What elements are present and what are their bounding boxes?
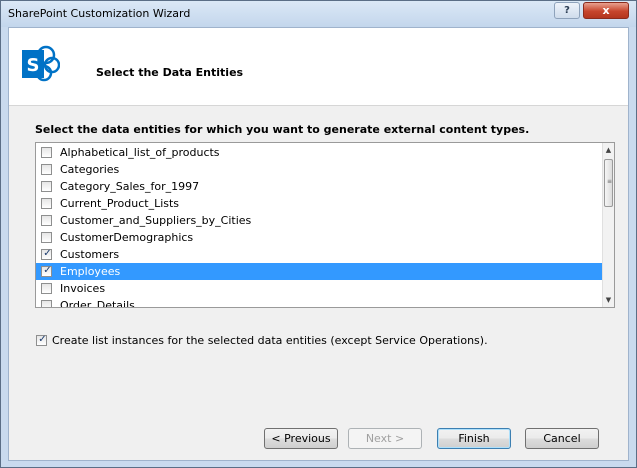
- cancel-button[interactable]: Cancel: [525, 428, 599, 449]
- create-list-checkbox[interactable]: ✓: [36, 334, 47, 346]
- entity-label: Current_Product_Lists: [60, 197, 180, 210]
- close-button[interactable]: x: [583, 2, 629, 19]
- entity-checkbox[interactable]: [41, 283, 52, 294]
- entities-listbox[interactable]: Alphabetical_list_of_products Categories…: [35, 142, 615, 308]
- list-item[interactable]: CustomerDemographics: [36, 229, 603, 246]
- entity-label: Category_Sales_for_1997: [60, 180, 200, 193]
- entity-checkbox[interactable]: ✓: [41, 265, 52, 277]
- list-item[interactable]: Categories: [36, 161, 603, 178]
- entity-checkbox[interactable]: [41, 300, 52, 307]
- entity-label: Order_Details: [60, 299, 135, 308]
- wizard-content: Select the data entities for which you w…: [9, 106, 628, 460]
- scroll-up-arrow-icon[interactable]: ▲: [603, 143, 614, 157]
- previous-button[interactable]: < Previous: [264, 428, 338, 449]
- wizard-client-area: S Select the Data Entities Select the da…: [8, 27, 629, 461]
- list-item[interactable]: Customer_and_Suppliers_by_Cities: [36, 212, 603, 229]
- window-title: SharePoint Customization Wizard: [8, 7, 191, 20]
- entity-checkbox[interactable]: [41, 147, 52, 158]
- finish-button[interactable]: Finish: [437, 428, 511, 449]
- list-item[interactable]: Alphabetical_list_of_products: [36, 144, 603, 161]
- entity-label: Alphabetical_list_of_products: [60, 146, 220, 159]
- instructions-text: Select the data entities for which you w…: [35, 123, 530, 136]
- wizard-window: SharePoint Customization Wizard ? x S Se…: [0, 0, 637, 468]
- scroll-down-arrow-icon[interactable]: ▼: [603, 293, 614, 307]
- grip-icon: ≡: [607, 178, 613, 185]
- list-item[interactable]: Order_Details: [36, 297, 603, 308]
- list-item[interactable]: Current_Product_Lists: [36, 195, 603, 212]
- entity-checkbox[interactable]: [41, 232, 52, 243]
- list-scrollbar[interactable]: ▲ ≡ ▼: [602, 143, 614, 307]
- list-item[interactable]: Category_Sales_for_1997: [36, 178, 603, 195]
- logo-letter: S: [27, 55, 40, 76]
- entity-label: CustomerDemographics: [60, 231, 194, 244]
- help-icon: ?: [564, 5, 570, 16]
- entity-checkbox[interactable]: [41, 215, 52, 226]
- close-icon: x: [602, 4, 610, 17]
- entity-label: Invoices: [60, 282, 106, 295]
- scrollbar-thumb[interactable]: ≡: [604, 159, 613, 207]
- list-item[interactable]: Invoices: [36, 280, 603, 297]
- list-item[interactable]: ✓ Customers: [36, 246, 603, 263]
- entity-checkbox[interactable]: [41, 198, 52, 209]
- entity-label: Employees: [60, 265, 121, 278]
- entity-label: Customer_and_Suppliers_by_Cities: [60, 214, 252, 227]
- list-item[interactable]: ✓ Employees: [36, 263, 603, 280]
- create-list-label: Create list instances for the selected d…: [52, 334, 488, 347]
- entity-checkbox[interactable]: [41, 164, 52, 175]
- sharepoint-logo-icon: S: [22, 45, 60, 82]
- next-button[interactable]: Next >: [348, 428, 422, 449]
- entity-checkbox[interactable]: [41, 181, 52, 192]
- entity-checkbox[interactable]: ✓: [41, 248, 52, 260]
- wizard-header: S Select the Data Entities: [9, 28, 628, 106]
- title-bar[interactable]: SharePoint Customization Wizard ? x: [1, 1, 636, 27]
- entity-label: Categories: [60, 163, 120, 176]
- entity-label: Customers: [60, 248, 120, 261]
- page-title: Select the Data Entities: [96, 66, 244, 79]
- help-button[interactable]: ?: [554, 2, 580, 19]
